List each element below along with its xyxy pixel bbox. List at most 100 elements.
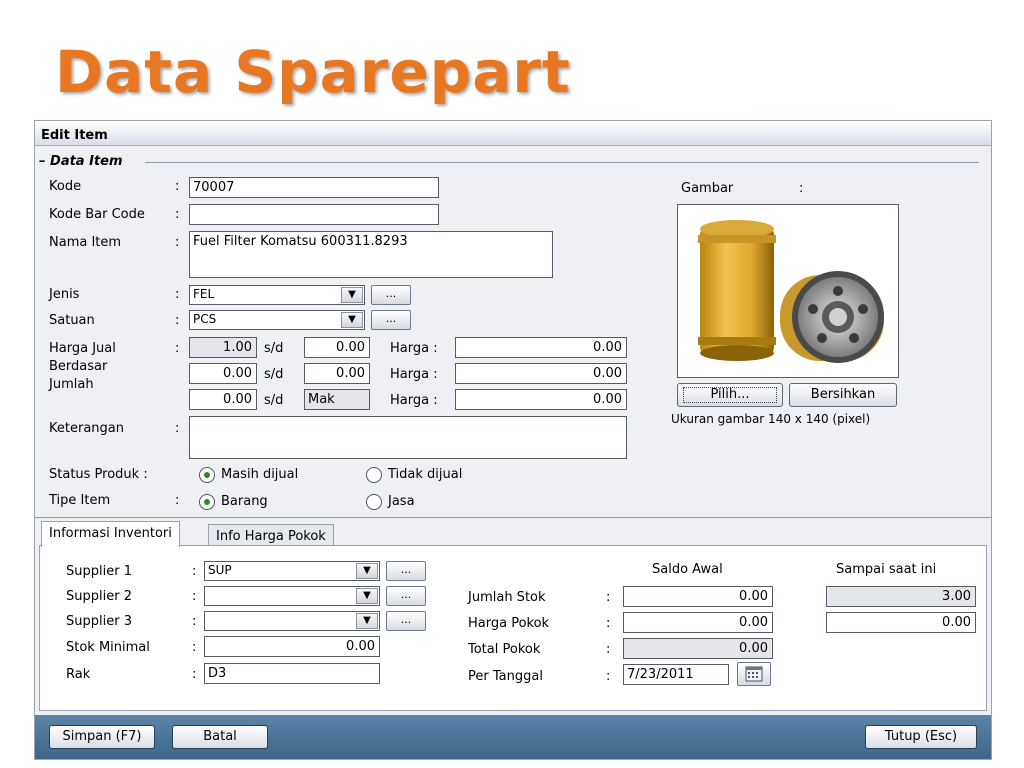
stok-minimal-input[interactable]: 0.00 [204,636,380,657]
choose-image-button[interactable]: Pilih... [677,383,783,407]
tab-informasi-inventori[interactable]: Informasi Inventori [41,521,180,547]
price-2[interactable]: 0.00 [455,363,627,384]
tipe-barang-radio[interactable] [199,494,215,510]
per-tanggal-input[interactable]: 7/23/2011 [623,664,729,685]
chevron-down-icon[interactable]: ▼ [356,588,378,604]
status-masih-dijual-radio[interactable] [199,467,215,483]
window-title: Edit Item [35,121,991,146]
supplier3-browse-button[interactable]: ... [386,611,426,631]
item-image [677,204,899,378]
chevron-down-icon[interactable]: ▼ [341,312,363,328]
qty-to-2[interactable]: 0.00 [304,363,370,384]
status-masih-dijual-label: Masih dijual [221,467,299,482]
sampai-saat-ini-header: Sampai saat ini [836,562,937,577]
total-pokok-saldo: 0.00 [623,638,773,659]
kode-input[interactable]: 70007 [189,177,439,198]
cancel-button[interactable]: Batal [172,725,268,749]
supplier3-select[interactable]: ▼ [204,611,380,631]
nama-item-input[interactable]: Fuel Filter Komatsu 600311.8293 [189,231,553,278]
supplier1-browse-button[interactable]: ... [386,561,426,581]
per-tanggal-label: Per Tanggal [468,669,543,684]
satuan-browse-button[interactable]: ... [371,310,411,330]
supplier1-label: Supplier 1 [66,564,132,579]
chevron-down-icon[interactable]: ▼ [356,563,378,579]
edit-item-window: Edit Item – Data Item Kode : 70007 Kode … [34,120,992,760]
supplier3-label: Supplier 3 [66,614,132,629]
supplier2-label: Supplier 2 [66,589,132,604]
supplier1-value: SUP [208,563,232,577]
image-size-note: Ukuran gambar 140 x 140 (pixel) [671,412,871,426]
footer-bar: Simpan (F7) Batal Tutup (Esc) [35,715,991,759]
jenis-select[interactable]: FEL ▼ [189,285,365,305]
supplier3-colon: : [192,614,197,629]
nama-item-colon: : [175,235,180,250]
jumlah-stok-colon: : [606,590,611,605]
supplier2-browse-button[interactable]: ... [386,586,426,606]
rak-label: Rak [66,667,91,682]
satuan-colon: : [175,313,180,328]
harga-label: Harga : [390,341,438,356]
keterangan-colon: : [175,421,180,436]
inventory-panel: Supplier 1 : SUP ▼ ... Supplier 2 : ▼ ..… [39,545,987,711]
rak-colon: : [192,667,197,682]
price-3[interactable]: 0.00 [455,389,627,410]
jenis-browse-button[interactable]: ... [371,285,411,305]
supplier2-select[interactable]: ▼ [204,586,380,606]
group-title: – Data Item [39,154,123,169]
clear-image-button[interactable]: Bersihkan [789,383,897,407]
keterangan-input[interactable] [189,416,627,459]
harga-jual-label: Harga Jual [49,341,116,356]
qty-from-2[interactable]: 0.00 [189,363,257,384]
supplier1-select[interactable]: SUP ▼ [204,561,380,581]
stok-minimal-colon: : [192,640,197,655]
tipe-jasa-radio[interactable] [366,494,382,510]
satuan-select[interactable]: PCS ▼ [189,310,365,330]
supplier1-colon: : [192,564,197,579]
saldo-awal-header: Saldo Awal [652,562,723,577]
rak-input[interactable]: D3 [204,663,380,684]
calendar-button[interactable] [737,662,771,686]
barcode-colon: : [175,207,180,222]
qty-from-1[interactable]: 1.00 [189,337,257,358]
sd-label: s/d [264,367,284,382]
jumlah-stok-sampai: 3.00 [826,586,976,607]
nama-item-label: Nama Item [49,235,122,250]
harga-jual-colon: : [175,341,180,356]
jenis-colon: : [175,287,180,302]
save-button[interactable]: Simpan (F7) [49,725,155,749]
total-pokok-colon: : [606,642,611,657]
harga-pokok-colon: : [606,616,611,631]
qty-to-3: Mak [304,389,370,410]
stok-minimal-label: Stok Minimal [66,640,150,655]
per-tanggal-colon: : [606,669,611,684]
gambar-label: Gambar [681,181,734,196]
berdasar-label: Berdasar [49,359,108,374]
status-produk-label: Status Produk : [49,467,148,482]
status-tidak-dijual-radio[interactable] [366,467,382,483]
sd-label: s/d [264,393,284,408]
jumlah-stok-label: Jumlah Stok [468,590,546,605]
jumlah-stok-saldo[interactable]: 0.00 [623,586,773,607]
qty-from-3[interactable]: 0.00 [189,389,257,410]
total-pokok-label: Total Pokok [468,642,541,657]
supplier2-colon: : [192,589,197,604]
status-tidak-dijual-label: Tidak dijual [388,467,463,482]
close-button[interactable]: Tutup (Esc) [865,725,977,749]
choose-image-label: Pilih... [683,387,777,403]
chevron-down-icon[interactable]: ▼ [356,613,378,629]
harga-pokok-saldo[interactable]: 0.00 [623,612,773,633]
satuan-label: Satuan [49,313,95,328]
qty-to-1[interactable]: 0.00 [304,337,370,358]
price-1[interactable]: 0.00 [455,337,627,358]
tab-info-harga-pokok[interactable]: Info Harga Pokok [208,524,334,547]
chevron-down-icon[interactable]: ▼ [341,287,363,303]
harga-pokok-sampai[interactable]: 0.00 [826,612,976,633]
jenis-label: Jenis [49,287,80,302]
group-divider [145,162,979,163]
slide-title: Data Sparepart [55,38,571,106]
jumlah-label: Jumlah [49,377,94,392]
satuan-value: PCS [193,312,217,326]
fuel-filter-image [698,220,884,363]
barcode-input[interactable] [189,204,439,225]
tipe-barang-label: Barang [221,494,268,509]
